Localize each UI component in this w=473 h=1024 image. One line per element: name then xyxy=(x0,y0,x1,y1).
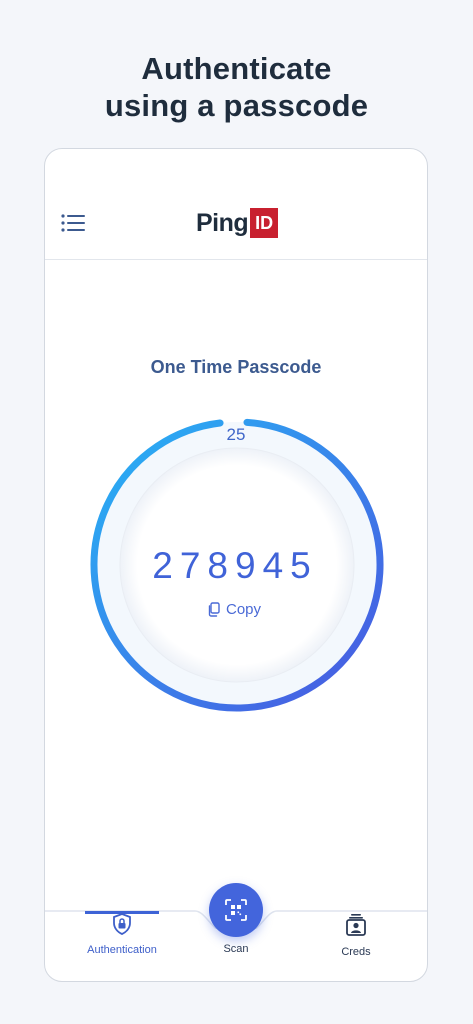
logo-ping-text: Ping xyxy=(196,208,249,237)
copy-icon xyxy=(208,602,220,617)
logo-id-badge: ID xyxy=(250,208,279,238)
copy-label: Copy xyxy=(226,601,262,618)
headline-line-1: Authenticate xyxy=(141,51,332,86)
shield-lock-icon xyxy=(113,913,131,935)
phone-screen: Ping ID One Time Passcode 25 278945 Copy xyxy=(44,148,428,982)
tab-authentication[interactable]: Authentication xyxy=(62,913,182,956)
copy-button[interactable]: Copy xyxy=(207,601,261,618)
bottom-tab-bar: Authentication Scan Creds xyxy=(45,907,427,981)
hamburger-list-icon[interactable] xyxy=(61,213,87,233)
tab-creds-label: Creds xyxy=(341,946,371,958)
pingid-logo: Ping ID xyxy=(196,207,279,239)
tab-scan-label: Scan xyxy=(223,943,249,955)
page-headline: Authenticate using a passcode xyxy=(0,50,473,124)
passcode-digits: 278945 xyxy=(152,545,318,586)
tab-scan[interactable]: Scan xyxy=(176,939,296,955)
countdown-seconds: 25 xyxy=(226,425,246,444)
tab-creds[interactable]: Creds xyxy=(296,913,416,958)
tab-authentication-label: Authentication xyxy=(87,944,157,956)
headline-line-2: using a passcode xyxy=(104,88,369,123)
app-bar: Ping ID xyxy=(45,149,427,260)
id-card-icon xyxy=(346,914,366,936)
otp-title: One Time Passcode xyxy=(150,357,322,377)
